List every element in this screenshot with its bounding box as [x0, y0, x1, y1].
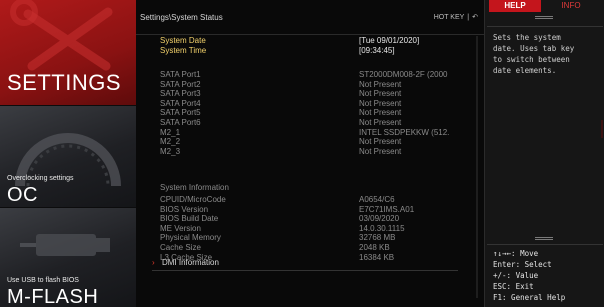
settings-label: SETTINGS — [7, 70, 122, 95]
key-line: ↑↓→←: Move — [493, 249, 539, 258]
help-scrollbar[interactable] — [601, 120, 603, 138]
mflash-tile[interactable]: Use USB to flash BIOS M-FLASH — [0, 208, 136, 307]
info-value: 2048 KB — [359, 243, 390, 252]
info-value: 32768 MB — [359, 233, 396, 242]
key-line: +/-: Value — [493, 271, 539, 280]
hotkey-label: HOT KEY — [433, 14, 465, 21]
oc-label: OC — [7, 184, 38, 206]
port-label: SATA Port5 — [160, 108, 201, 117]
mflash-label: M-FLASH — [7, 286, 99, 307]
help-text: Sets the system date. Uses tab key to sw… — [493, 32, 599, 76]
tab-help[interactable]: HELP — [489, 0, 541, 12]
port-value: Not Present — [359, 108, 402, 117]
port-value: Not Present — [359, 137, 402, 146]
system-time-value[interactable]: [09:34:45] — [359, 46, 395, 56]
port-value: Not Present — [359, 147, 402, 156]
help-line: date elements. — [493, 66, 557, 75]
port-value: Not Present — [359, 89, 402, 98]
dmi-arrow-icon: › — [152, 258, 155, 267]
port-label: M2_2 — [160, 137, 181, 146]
port-label: SATA Port6 — [160, 118, 201, 127]
oc-caption: Overclocking settings — [7, 175, 74, 182]
info-label: Cache Size — [160, 243, 201, 252]
tab-info[interactable]: INFO — [543, 0, 599, 12]
info-label: CPUID/MicroCode — [160, 195, 226, 204]
info-value: 03/09/2020 — [359, 214, 400, 223]
settings-tile[interactable]: SETTINGS — [0, 0, 136, 105]
divider — [152, 270, 458, 271]
divider — [487, 244, 603, 245]
breadcrumb-bar: Settings\System Status HOT KEY | ↶ — [136, 0, 484, 35]
help-tabs: HELP INFO — [485, 0, 604, 14]
help-line: date. Uses tab key — [493, 44, 575, 53]
info-label: L3 Cache Size — [160, 253, 213, 262]
port-label: SATA Port3 — [160, 89, 201, 98]
info-value: A0654/C6 — [359, 195, 395, 204]
system-info-heading: System Information — [160, 183, 229, 192]
key-line: ESC: Exit — [493, 282, 534, 291]
port-label: SATA Port1 — [160, 70, 201, 79]
oc-tile[interactable]: Overclocking settings OC — [0, 106, 136, 207]
key-line: Enter: Select — [493, 260, 552, 269]
system-date-value[interactable]: [Tue 09/01/2020] — [359, 36, 419, 46]
hotkey-area[interactable]: HOT KEY | ↶ — [434, 13, 478, 21]
system-date-label[interactable]: System Date — [160, 36, 206, 46]
port-value: Not Present — [359, 118, 402, 127]
grip-icon — [535, 16, 553, 20]
info-value: 16384 KB — [359, 253, 395, 262]
main-panel: Settings\System Status HOT KEY | ↶ System … — [136, 0, 484, 307]
port-value: ST2000DM008-2F (2000 — [359, 70, 448, 79]
scrollbar[interactable] — [476, 36, 478, 298]
system-time-label[interactable]: System Time — [160, 46, 206, 56]
divider — [487, 26, 603, 27]
hotkey-separator: | — [467, 14, 470, 21]
breadcrumb: Settings\System Status — [140, 13, 223, 22]
info-label: BIOS Build Date — [160, 214, 219, 223]
sidebar: SETTINGS Overclocking settings OC Use US… — [0, 0, 136, 307]
info-label: Physical Memory — [160, 233, 221, 242]
back-icon[interactable]: ↶ — [472, 14, 478, 21]
grip-icon — [535, 237, 553, 241]
help-line: to switch between — [493, 55, 570, 64]
help-line: Sets the system — [493, 33, 561, 42]
key-line: F1: General Help — [493, 293, 566, 302]
port-label: M2_3 — [160, 147, 181, 156]
mflash-caption: Use USB to flash BIOS — [7, 277, 79, 284]
key-legend: ↑↓→←: Move Enter: Select +/-: Value ESC:… — [493, 248, 565, 303]
help-panel: HELP INFO Sets the system date. Uses tab… — [484, 0, 604, 307]
